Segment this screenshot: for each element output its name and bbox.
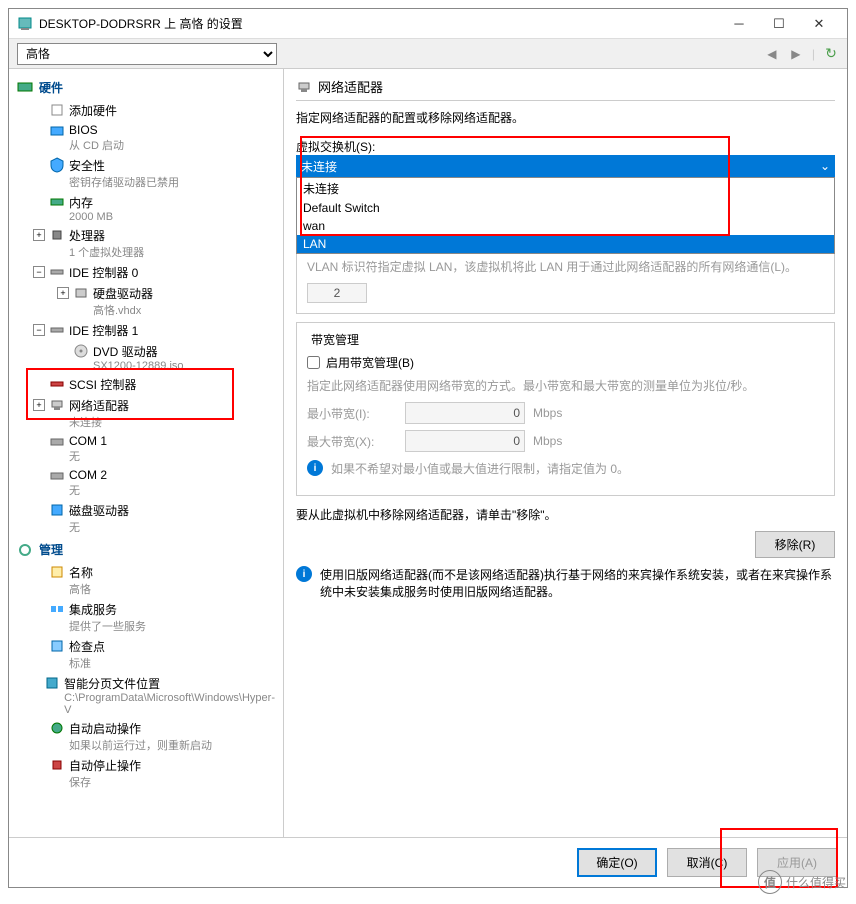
settings-window: DESKTOP-DODRSRR 上 高恪 的设置 ─ ☐ ✕ 高恪 ◀ ▶ | … — [8, 8, 848, 888]
cpu-icon — [49, 227, 65, 243]
window-title: DESKTOP-DODRSRR 上 高恪 的设置 — [39, 15, 719, 32]
tree-network-adapter[interactable]: +网络适配器未连接 — [9, 395, 283, 432]
com-icon — [49, 434, 65, 450]
hardware-icon — [17, 80, 33, 96]
vlan-id-input — [307, 283, 367, 303]
tree-bios[interactable]: BIOS从 CD 启动 — [9, 121, 283, 155]
tree-name[interactable]: 名称高恪 — [9, 562, 283, 599]
maximize-button[interactable]: ☐ — [759, 10, 799, 38]
tree-memory[interactable]: 内存2000 MB — [9, 192, 283, 225]
controller-icon — [49, 322, 65, 338]
shield-icon — [49, 157, 65, 173]
remove-desc: 要从此虚拟机中移除网络适配器，请单击"移除"。 — [296, 506, 835, 523]
tree-ide1[interactable]: −IDE 控制器 1 — [9, 320, 283, 341]
info-icon: i — [307, 460, 323, 476]
hardware-section: 硬件 — [9, 75, 283, 100]
tree-floppy[interactable]: 磁盘驱动器无 — [9, 500, 283, 537]
tree-scsi[interactable]: SCSI 控制器 — [9, 374, 283, 395]
tree-integration[interactable]: 集成服务提供了一些服务 — [9, 599, 283, 636]
vm-selector[interactable]: 高恪 — [17, 43, 277, 65]
collapse-icon[interactable]: − — [33, 266, 45, 278]
vlan-group: VLAN 标识符指定虚拟 LAN，该虚拟机将此 LAN 用于通过此网络适配器的所… — [296, 247, 835, 314]
integration-icon — [49, 601, 65, 617]
watermark: 值 什么值得买 — [758, 870, 846, 894]
tree-paging[interactable]: 智能分页文件位置C:\ProgramData\Microsoft\Windows… — [9, 673, 283, 718]
memory-icon — [49, 194, 65, 210]
tree-autostart[interactable]: 自动启动操作如果以前运行过，则重新启动 — [9, 718, 283, 755]
tree-com1[interactable]: COM 1无 — [9, 432, 283, 466]
info-icon: i — [296, 566, 312, 582]
chevron-down-icon: ⌄ — [820, 159, 830, 173]
close-button[interactable]: ✕ — [799, 10, 839, 38]
tree-autostop[interactable]: 自动停止操作保存 — [9, 755, 283, 792]
paging-icon — [44, 675, 60, 691]
expand-icon[interactable]: + — [57, 287, 69, 299]
autostart-icon — [49, 720, 65, 736]
app-icon — [17, 16, 33, 32]
tree-ide0[interactable]: −IDE 控制器 0 — [9, 262, 283, 283]
autostop-icon — [49, 757, 65, 773]
network-adapter-icon — [296, 79, 312, 95]
dvd-icon — [73, 343, 89, 359]
controller-icon — [49, 264, 65, 280]
tree-panel: 硬件 添加硬件 BIOS从 CD 启动 安全性密钥存储驱动器已禁用 内存2000… — [9, 69, 284, 837]
name-icon — [49, 564, 65, 580]
refresh-icon[interactable]: ↻ — [823, 46, 839, 62]
combo-option[interactable]: 未连接 — [297, 178, 834, 199]
scsi-icon — [49, 376, 65, 392]
checkpoint-icon — [49, 638, 65, 654]
tree-hdd[interactable]: +硬盘驱动器高恪.vhdx — [9, 283, 283, 320]
combo-option[interactable]: wan — [297, 217, 834, 235]
back-icon[interactable]: ◀ — [764, 46, 780, 62]
panel-title: 网络适配器 — [318, 77, 383, 96]
network-icon — [49, 397, 65, 413]
management-section: 管理 — [9, 537, 283, 562]
cancel-button[interactable]: 取消(C) — [667, 848, 747, 877]
expand-icon[interactable]: + — [33, 229, 45, 241]
minimize-button[interactable]: ─ — [719, 10, 759, 38]
ok-button[interactable]: 确定(O) — [577, 848, 657, 877]
combo-option[interactable]: LAN — [297, 235, 834, 253]
add-icon — [49, 102, 65, 118]
watermark-logo: 值 — [758, 870, 782, 894]
tree-com2[interactable]: COM 2无 — [9, 466, 283, 500]
remove-button[interactable]: 移除(R) — [755, 531, 835, 558]
bios-icon — [49, 123, 65, 139]
virtual-switch-combo[interactable]: 未连接⌄ — [296, 155, 835, 177]
forward-icon[interactable]: ▶ — [788, 46, 804, 62]
bandwidth-group: 带宽管理 启用带宽管理(B) 指定此网络适配器使用网络带宽的方式。最小带宽和最大… — [296, 322, 835, 496]
management-icon — [17, 542, 33, 558]
floppy-icon — [49, 502, 65, 518]
details-panel: 网络适配器 指定网络适配器的配置或移除网络适配器。 虚拟交换机(S): 未连接⌄… — [284, 69, 847, 837]
tree-checkpoint[interactable]: 检查点标准 — [9, 636, 283, 673]
tree-add-hardware[interactable]: 添加硬件 — [9, 100, 283, 121]
dialog-footer: 确定(O) 取消(C) 应用(A) — [9, 837, 847, 887]
titlebar: DESKTOP-DODRSRR 上 高恪 的设置 ─ ☐ ✕ — [9, 9, 847, 39]
hdd-icon — [73, 285, 89, 301]
tree-security[interactable]: 安全性密钥存储驱动器已禁用 — [9, 155, 283, 192]
switch-label: 虚拟交换机(S): — [296, 138, 835, 155]
min-bandwidth-input — [405, 402, 525, 424]
collapse-icon[interactable]: − — [33, 324, 45, 336]
tree-cpu[interactable]: +处理器1 个虚拟处理器 — [9, 225, 283, 262]
bandwidth-enable-checkbox[interactable] — [307, 356, 320, 369]
com-icon — [49, 468, 65, 484]
toolbar: 高恪 ◀ ▶ | ↻ — [9, 39, 847, 69]
combo-option[interactable]: Default Switch — [297, 199, 834, 217]
max-bandwidth-input — [405, 430, 525, 452]
tree-dvd[interactable]: DVD 驱动器SX1200-12889.iso — [9, 341, 283, 374]
combo-dropdown: 未连接 Default Switch wan LAN — [296, 177, 835, 254]
expand-icon[interactable]: + — [33, 399, 45, 411]
panel-desc: 指定网络适配器的配置或移除网络适配器。 — [296, 109, 835, 126]
